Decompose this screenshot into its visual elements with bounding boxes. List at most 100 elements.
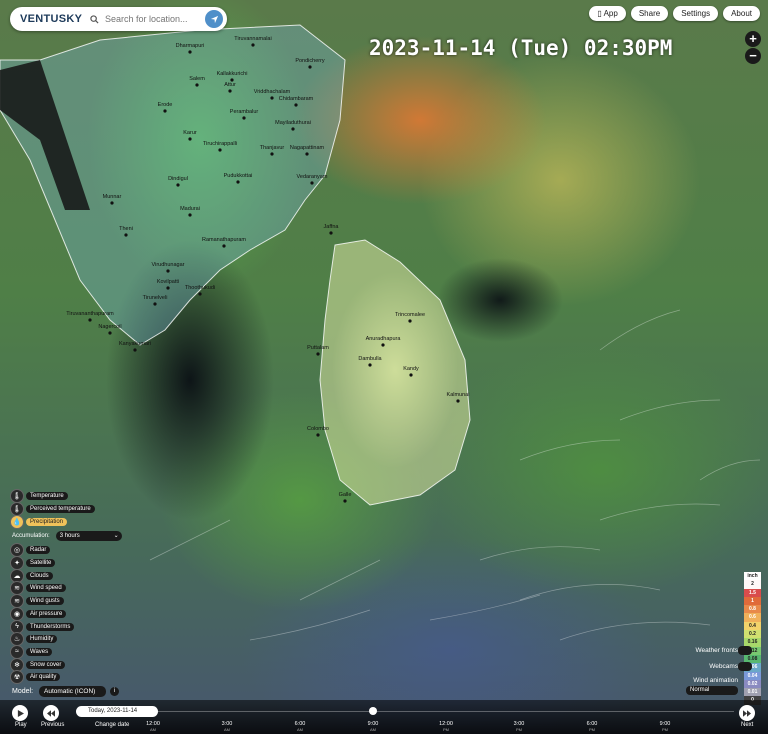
layer-air-quality[interactable]: ☢ Air quality — [10, 670, 122, 685]
city-label[interactable]: Chidambaram — [279, 96, 314, 102]
layer-air-pressure[interactable]: ◉ Air pressure — [10, 606, 122, 621]
wind-animation-select[interactable]: Normal — [686, 686, 738, 695]
city-label[interactable]: Kallakkurichi — [217, 71, 248, 77]
city-label[interactable]: Tiruvananthapuram — [66, 311, 114, 317]
city-label[interactable]: Nagapattinam — [290, 145, 325, 151]
city-label[interactable]: Erode — [158, 102, 173, 108]
city-dot — [176, 183, 180, 187]
city-label[interactable]: Perambalur — [230, 109, 259, 115]
city-label[interactable]: Nagercoil — [98, 324, 121, 330]
city-dot — [228, 89, 232, 93]
timeline-tick[interactable]: 12:00 AM — [138, 721, 168, 733]
city-label[interactable]: Munnar — [103, 194, 122, 200]
city-label[interactable]: Galle — [339, 492, 352, 498]
city-label[interactable]: Vriddhachalam — [254, 89, 291, 95]
city-label[interactable]: Attur — [224, 82, 236, 88]
share-button[interactable]: Share — [630, 6, 669, 21]
webcams-toggle[interactable] — [738, 662, 752, 671]
city-dot — [456, 399, 460, 403]
city-label[interactable]: Tiruvannamalai — [234, 36, 271, 42]
timeline-tick[interactable]: 9:00 PM — [650, 721, 680, 733]
city-dot — [270, 96, 274, 100]
layer-wind-speed[interactable]: ≋ Wind speed — [10, 581, 122, 596]
city-label[interactable]: Thanjavur — [260, 145, 285, 151]
city-label[interactable]: Trincomalee — [395, 312, 425, 318]
air-quality-icon: ☢ — [10, 670, 24, 685]
city-dot — [316, 352, 320, 356]
city-label[interactable]: Virudhunagar — [152, 262, 185, 268]
city-label[interactable]: Kovilpatti — [157, 279, 179, 285]
city-label[interactable]: Tiruchirappalli — [203, 141, 237, 147]
city-label[interactable]: Jaffna — [324, 224, 340, 230]
city-label[interactable]: Kalmunai — [447, 392, 470, 398]
timeline-tick-ampm: AM — [370, 727, 376, 732]
timeline-tick-ampm: PM — [443, 727, 449, 732]
chevron-down-icon: ⌄ — [113, 533, 119, 540]
city-label[interactable]: Theni — [119, 226, 133, 232]
timeline-tick[interactable]: 12:00 PM — [431, 721, 461, 733]
city-label[interactable]: Kandy — [403, 366, 419, 372]
city-label[interactable]: Salem — [189, 76, 205, 82]
settings-button[interactable]: Settings — [673, 6, 719, 21]
date-picker[interactable]: Today, 2023-11-14 — [76, 706, 158, 717]
layer-thunderstorms[interactable]: ϟ Thunderstorms — [10, 619, 122, 634]
city-label[interactable]: Dindigul — [168, 176, 188, 182]
weather-fronts-toggle[interactable] — [738, 646, 752, 655]
city-label[interactable]: Tirunelveli — [143, 295, 168, 301]
city-label[interactable]: Colombo — [307, 426, 329, 432]
timeline-track[interactable] — [152, 711, 734, 712]
next-button[interactable] — [739, 705, 755, 721]
city-dot — [195, 83, 199, 87]
locate-button[interactable] — [205, 10, 223, 28]
layer-clouds[interactable]: ☁ Clouds — [10, 568, 122, 583]
model-select[interactable]: Automatic (ICON) — [39, 686, 107, 697]
city-label[interactable]: Puttalam — [307, 345, 329, 351]
timeline-tick[interactable]: 3:00 PM — [504, 721, 534, 733]
timeline-tick[interactable]: 6:00 PM — [577, 721, 607, 733]
info-icon[interactable]: i — [110, 687, 120, 696]
city-label[interactable]: Ramanathapuram — [202, 237, 246, 243]
layer-temperature[interactable]: 🌡 Temperature — [10, 489, 122, 504]
zoom-in-button[interactable]: + — [745, 31, 761, 47]
layer-precipitation[interactable]: 💧 Precipitation — [10, 514, 122, 529]
layer-perceived-temperature[interactable]: 🌡 Perceived temperature — [10, 502, 122, 517]
timeline-tick[interactable]: 3:00 AM — [212, 721, 242, 733]
timeline-tick[interactable]: 6:00 AM — [285, 721, 315, 733]
layer-satellite[interactable]: ✦ Satellite — [10, 556, 122, 571]
city-label[interactable]: Kanyakumari — [119, 341, 151, 347]
play-button[interactable] — [12, 705, 28, 721]
previous-button[interactable] — [43, 705, 59, 721]
timeline-tick[interactable]: 9:00 AM — [358, 721, 388, 733]
about-button[interactable]: About — [723, 6, 760, 21]
city-label[interactable]: Dambulla — [358, 356, 382, 362]
accumulation-row: Accumulation: 3 hours ⌄ — [10, 530, 122, 542]
play-label: Play — [15, 722, 27, 728]
city-label[interactable]: Mayiladuthurai — [275, 120, 311, 126]
timeline-thumb[interactable] — [369, 707, 377, 715]
brand-name: VENTUSKY — [20, 13, 83, 25]
city-dot — [166, 269, 170, 273]
city-label[interactable]: Dharmapuri — [176, 43, 205, 49]
city-dot — [329, 231, 333, 235]
city-label[interactable]: Vedaranyam — [297, 174, 328, 180]
accumulation-select[interactable]: 3 hours ⌄ — [55, 531, 122, 542]
city-label[interactable]: Anuradhapura — [366, 336, 402, 342]
city-label[interactable]: Pondicherry — [295, 58, 325, 64]
city-label[interactable]: Madurai — [180, 206, 200, 212]
zoom-out-button[interactable]: − — [745, 48, 761, 64]
layer-radar[interactable]: ◎ Radar — [10, 543, 122, 558]
ventusky-logo[interactable]: VENTUSKY — [20, 13, 82, 25]
layer-humidity[interactable]: ♨ Humidity — [10, 632, 122, 647]
city-label[interactable]: Thoothukudi — [185, 285, 215, 291]
search-input[interactable] — [103, 13, 203, 25]
app-button[interactable]: ▯ App — [589, 6, 626, 21]
city-label[interactable]: Pudukkottai — [224, 173, 253, 179]
city-dot — [409, 373, 413, 377]
model-row: Model: Automatic (ICON) i — [12, 686, 120, 697]
change-date-label: Change date — [95, 722, 130, 728]
layer-wind-gusts[interactable]: ≋ Wind gusts — [10, 594, 122, 609]
layer-waves[interactable]: ≈ Waves — [10, 644, 122, 659]
city-label[interactable]: Karur — [183, 130, 197, 136]
timeline-tick-ampm: PM — [516, 727, 522, 732]
layer-snow-cover[interactable]: ❄ Snow cover — [10, 657, 122, 672]
